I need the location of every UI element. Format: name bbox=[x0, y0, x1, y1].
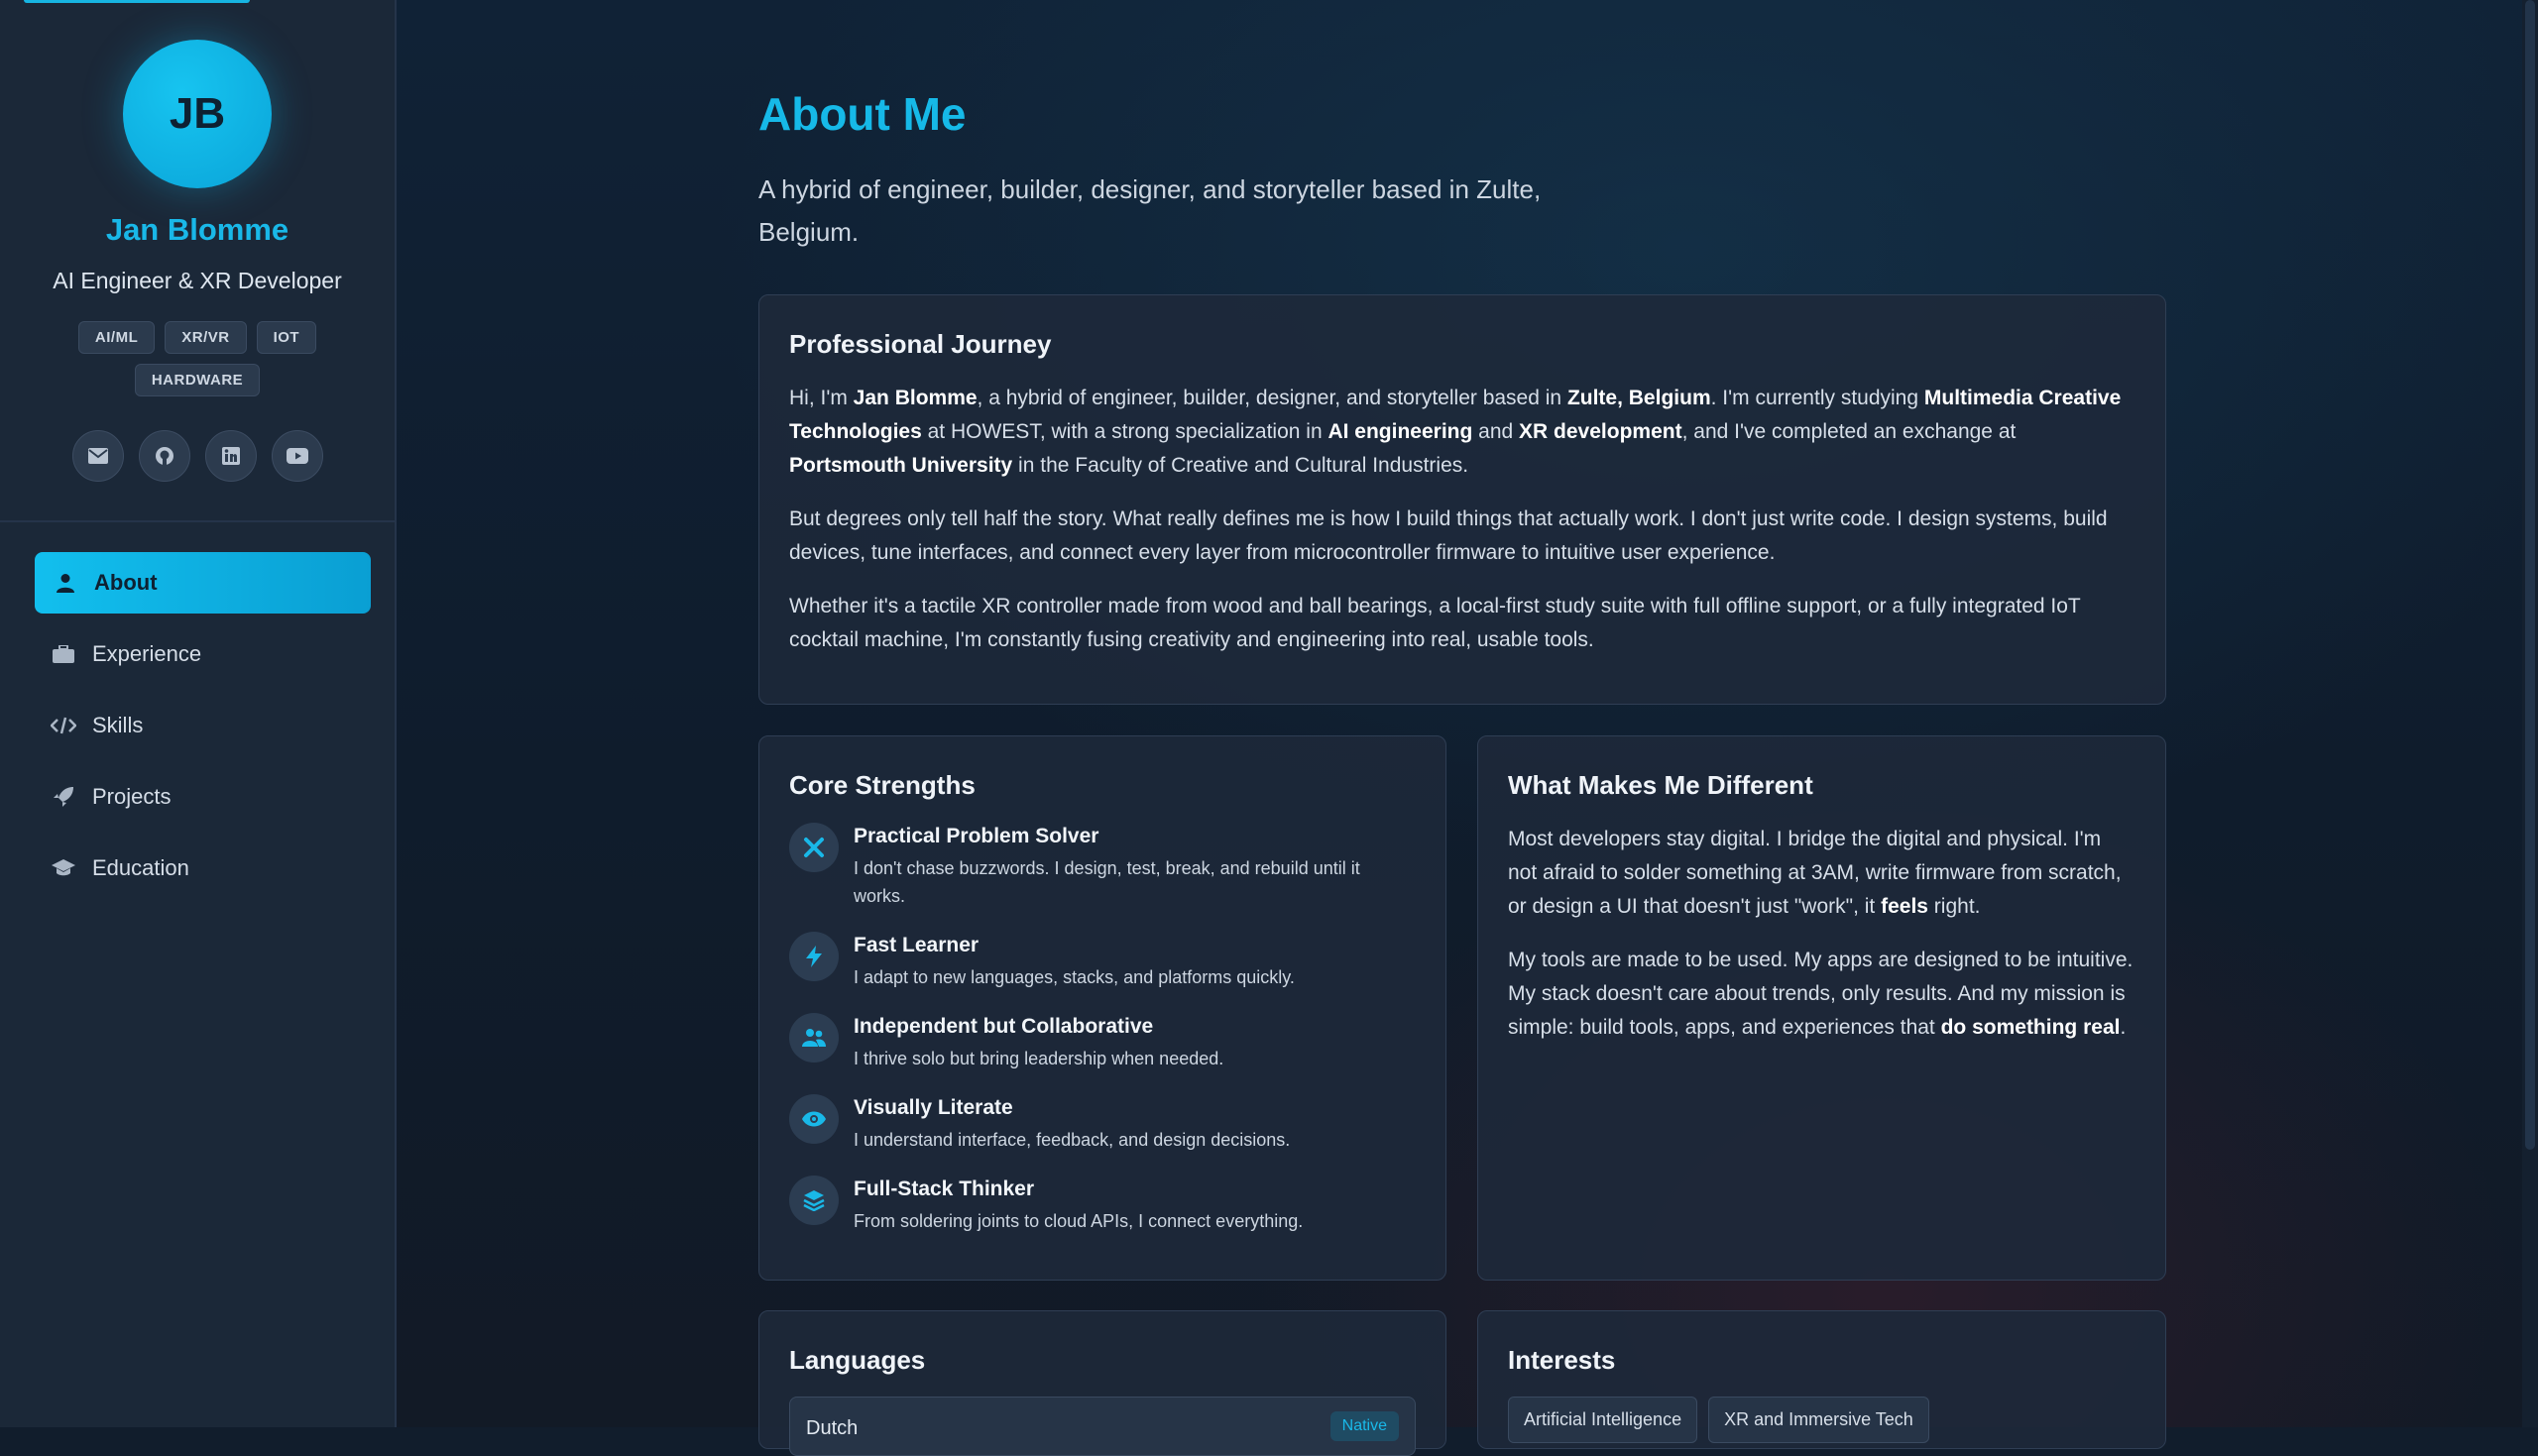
lightning-icon bbox=[789, 932, 839, 981]
strength-description: I thrive solo but bring leadership when … bbox=[854, 1049, 1224, 1068]
journey-paragraph-3: Whether it's a tactile XR controller mad… bbox=[789, 595, 2081, 651]
tools-icon bbox=[789, 823, 839, 872]
rocket-icon bbox=[51, 784, 76, 810]
interest-tag: Artificial Intelligence bbox=[1508, 1397, 1698, 1443]
page-title: About Me bbox=[758, 88, 967, 140]
strength-title: Visually Literate bbox=[854, 1096, 1013, 1119]
sidebar-item-label: Experience bbox=[92, 641, 202, 666]
card-heading: Languages bbox=[789, 1345, 926, 1375]
journey-paragraph-2: But degrees only tell half the story. Wh… bbox=[789, 507, 2108, 564]
sidebar-item-label: Skills bbox=[92, 713, 144, 737]
sidebar-item-label: Projects bbox=[92, 784, 172, 809]
user-icon bbox=[53, 570, 78, 596]
linkedin-icon bbox=[221, 447, 240, 465]
strength-title: Practical Problem Solver bbox=[854, 825, 1099, 847]
card-heading: Core Strengths bbox=[789, 770, 976, 800]
strength-description: From soldering joints to cloud APIs, I c… bbox=[854, 1211, 1304, 1231]
card-heading: What Makes Me Different bbox=[1508, 770, 1813, 800]
language-level-badge: Native bbox=[1329, 1411, 1399, 1441]
sidebar: JB Jan Blomme AI Engineer & XR Developer… bbox=[0, 0, 397, 1427]
page-subtitle: A hybrid of engineer, builder, designer,… bbox=[758, 174, 1542, 247]
code-icon bbox=[51, 713, 76, 738]
strength-item: Independent but Collaborative I thrive so… bbox=[789, 1013, 1416, 1072]
sidebar-item-about[interactable]: About bbox=[35, 552, 371, 614]
sidebar-item-label: About bbox=[94, 570, 158, 595]
skill-tag: XR/VR bbox=[165, 321, 247, 354]
social-links bbox=[0, 430, 395, 482]
youtube-icon bbox=[286, 448, 308, 464]
skill-tag: HARDWARE bbox=[134, 364, 261, 396]
card-heading: Interests bbox=[1508, 1345, 1616, 1375]
briefcase-icon bbox=[51, 641, 76, 667]
profile-role: AI Engineer & XR Developer bbox=[53, 268, 342, 293]
card-heading: Professional Journey bbox=[789, 329, 1052, 359]
skill-tag: AI/ML bbox=[77, 321, 156, 354]
strength-description: I understand interface, feedback, and de… bbox=[854, 1130, 1291, 1150]
sidebar-item-label: Education bbox=[92, 855, 189, 880]
youtube-link[interactable] bbox=[271, 430, 323, 482]
language-item: Dutch Native bbox=[789, 1397, 1416, 1456]
interests-card: Interests Artificial Intelligence XR and… bbox=[1477, 1310, 2166, 1449]
different-paragraph-2: My tools are made to be used. My apps ar… bbox=[1508, 949, 2134, 1039]
skill-tag: IOT bbox=[256, 321, 317, 354]
mail-icon bbox=[87, 448, 108, 464]
strength-item: Fast Learner I adapt to new languages, st… bbox=[789, 932, 1416, 991]
sidebar-nav: About Experience Skills Projects Educati… bbox=[35, 552, 371, 909]
email-link[interactable] bbox=[71, 430, 124, 482]
different-paragraph-1: Most developers stay digital. I bridge t… bbox=[1508, 828, 2122, 918]
sidebar-item-experience[interactable]: Experience bbox=[35, 623, 371, 685]
sidebar-divider bbox=[0, 520, 395, 522]
what-makes-me-different-card: What Makes Me Different Most developers … bbox=[1477, 735, 2166, 1281]
strength-item: Practical Problem Solver I don't chase bu… bbox=[789, 823, 1416, 910]
strength-item: Full-Stack Thinker From soldering joints … bbox=[789, 1176, 1416, 1235]
linkedin-link[interactable] bbox=[204, 430, 257, 482]
users-icon bbox=[789, 1013, 839, 1063]
skill-tags: AI/ML XR/VR IOT HARDWARE bbox=[40, 321, 355, 396]
github-link[interactable] bbox=[138, 430, 190, 482]
strength-title: Fast Learner bbox=[854, 934, 980, 956]
avatar: JB bbox=[123, 40, 272, 188]
layers-icon bbox=[789, 1176, 839, 1225]
professional-journey-card: Professional Journey Hi, I'm Jan Blomme,… bbox=[758, 294, 2166, 705]
profile-name: Jan Blomme bbox=[105, 212, 289, 247]
sidebar-item-projects[interactable]: Projects bbox=[35, 766, 371, 828]
core-strengths-card: Core Strengths Practical Problem Solver I… bbox=[758, 735, 1446, 1281]
github-icon bbox=[155, 447, 173, 465]
languages-card: Languages Dutch Native bbox=[758, 1310, 1446, 1456]
strength-title: Independent but Collaborative bbox=[854, 1015, 1154, 1038]
interest-tag: XR and Immersive Tech bbox=[1708, 1397, 1929, 1443]
sidebar-item-skills[interactable]: Skills bbox=[35, 695, 371, 756]
avatar-initials: JB bbox=[169, 89, 226, 138]
strength-description: I adapt to new languages, stacks, and pl… bbox=[854, 967, 1295, 987]
language-name: Dutch bbox=[806, 1417, 859, 1439]
strength-item: Visually Literate I understand interface,… bbox=[789, 1094, 1416, 1154]
strength-title: Full-Stack Thinker bbox=[854, 1177, 1035, 1200]
sidebar-item-education[interactable]: Education bbox=[35, 838, 371, 899]
scrollbar-thumb[interactable] bbox=[2525, 0, 2535, 1150]
graduation-cap-icon bbox=[51, 855, 76, 881]
eye-icon bbox=[789, 1094, 839, 1144]
scrollbar[interactable] bbox=[2522, 0, 2538, 1427]
top-accent-bar bbox=[24, 0, 250, 3]
interest-list: Artificial Intelligence XR and Immersive… bbox=[1508, 1397, 1929, 1443]
strength-description: I don't chase buzzwords. I design, test,… bbox=[854, 858, 1360, 906]
journey-paragraph-1: Hi, I'm Jan Blomme, a hybrid of engineer… bbox=[789, 387, 2122, 477]
